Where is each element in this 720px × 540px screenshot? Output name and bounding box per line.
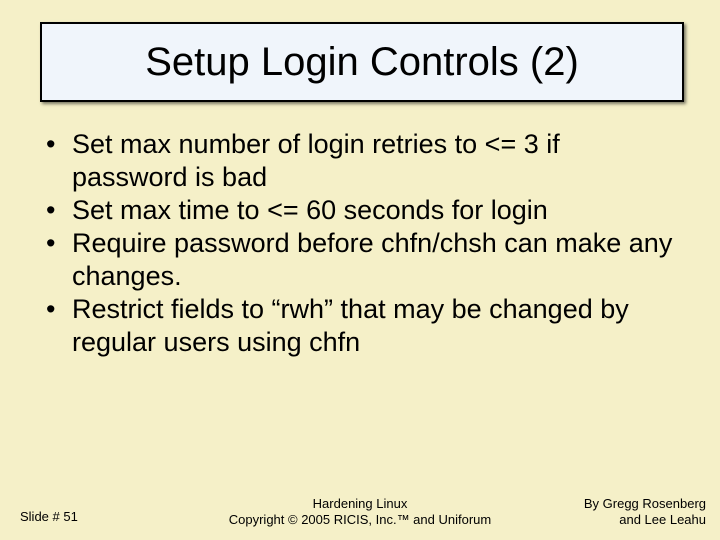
list-item: Set max time to <= 60 seconds for login xyxy=(44,194,680,227)
bullet-list: Set max number of login retries to <= 3 … xyxy=(44,128,680,359)
footer-right-line1: By Gregg Rosenberg xyxy=(584,496,706,512)
footer-right: By Gregg Rosenberg and Lee Leahu xyxy=(584,496,706,529)
slide-title: Setup Login Controls (2) xyxy=(145,40,579,85)
content-area: Set max number of login retries to <= 3 … xyxy=(44,128,680,359)
title-container: Setup Login Controls (2) xyxy=(40,22,684,102)
list-item: Restrict fields to “rwh” that may be cha… xyxy=(44,293,680,359)
footer-right-line2: and Lee Leahu xyxy=(584,512,706,528)
list-item: Set max number of login retries to <= 3 … xyxy=(44,128,680,194)
list-item: Require password before chfn/chsh can ma… xyxy=(44,227,680,293)
